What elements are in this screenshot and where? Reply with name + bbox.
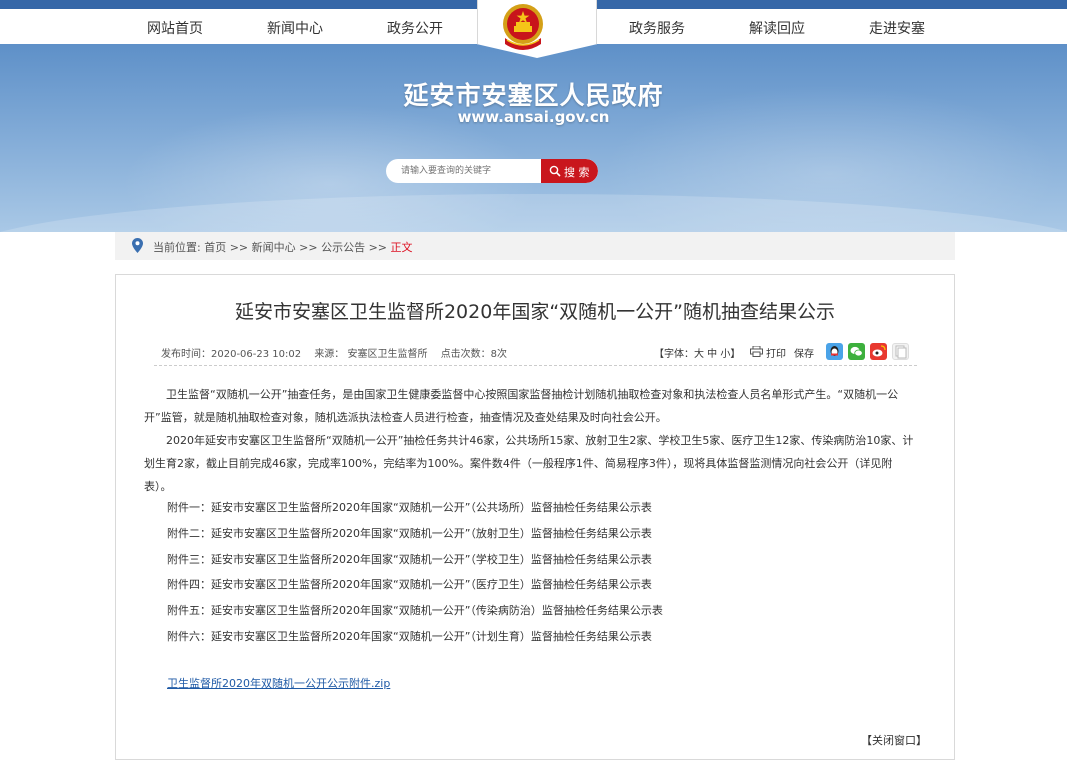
wechat-share-icon[interactable] bbox=[848, 343, 865, 360]
attachment-zip-link[interactable]: 卫生监督所2020年双随机一公开公示附件.zip bbox=[167, 675, 390, 691]
close-window-button[interactable]: 【关闭窗口】 bbox=[861, 732, 927, 748]
search-input[interactable] bbox=[386, 159, 541, 183]
breadcrumb: 当前位置: 首页 >> 新闻中心 >> 公示公告 >> 正文 bbox=[115, 232, 955, 260]
attachment-item: 附件一：延安市安塞区卫生监督所2020年国家“双随机一公开”（公共场所）监督抽检… bbox=[167, 501, 652, 514]
attachment-item: 附件三：延安市安塞区卫生监督所2020年国家“双随机一公开”（学校卫生）监督抽检… bbox=[167, 553, 652, 566]
attachment-item: 附件五：延安市安塞区卫生监督所2020年国家“双随机一公开”（传染病防治）监督抽… bbox=[167, 604, 663, 617]
nav-news[interactable]: 新闻中心 bbox=[235, 18, 355, 38]
article-title: 延安市安塞区卫生监督所2020年国家“双随机一公开”随机抽查结果公示 bbox=[234, 301, 836, 323]
nav-gov-service[interactable]: 政务服务 bbox=[597, 18, 717, 38]
attachment-item: 附件六：延安市安塞区卫生监督所2020年国家“双随机一公开”（计划生育）监督抽检… bbox=[167, 630, 652, 643]
nav-gov-open[interactable]: 政务公开 bbox=[355, 18, 475, 38]
font-size-switch[interactable]: 【字体：大 中 小】 bbox=[654, 345, 740, 360]
attachment-item: 附件四：延安市安塞区卫生监督所2020年国家“双随机一公开”（医疗卫生）监督抽检… bbox=[167, 578, 652, 591]
article-body: 卫生监督“双随机一公开”抽查任务，是由国家卫生健康委监督中心按照国家监督抽检计划… bbox=[144, 383, 919, 498]
click-count: 点击次数：8次 bbox=[440, 349, 508, 360]
article-meta: 发布时间：2020-06-23 10:02 来源： 安塞区卫生监督所 点击次数：… bbox=[161, 345, 517, 360]
breadcrumb-news[interactable]: 新闻中心 bbox=[252, 241, 296, 254]
breadcrumb-label: 当前位置: bbox=[153, 241, 201, 254]
attachment-item: 附件二：延安市安塞区卫生监督所2020年国家“双随机一公开”（放射卫生）监督抽检… bbox=[167, 527, 652, 540]
nav-home[interactable]: 网站首页 bbox=[115, 18, 235, 38]
nav-interpretation[interactable]: 解读回应 bbox=[717, 18, 837, 38]
article-source: 来源： 安塞区卫生监督所 bbox=[314, 349, 428, 360]
breadcrumb-home[interactable]: 首页 bbox=[204, 241, 226, 254]
search-icon bbox=[549, 165, 561, 177]
article-panel: 延安市安塞区卫生监督所2020年国家“双随机一公开”随机抽查结果公示 发布时间：… bbox=[115, 274, 955, 760]
paragraph: 卫生监督“双随机一公开”抽查任务，是由国家卫生健康委监督中心按照国家监督抽检计划… bbox=[144, 388, 899, 424]
meta-divider bbox=[154, 365, 917, 366]
more-share-icon[interactable] bbox=[892, 343, 909, 360]
qq-share-icon[interactable] bbox=[826, 343, 843, 360]
save-button[interactable]: 保存 bbox=[794, 345, 814, 360]
site-url: www.ansai.gov.cn bbox=[457, 108, 610, 126]
print-button[interactable]: 打印 bbox=[766, 345, 786, 360]
publish-time: 发布时间：2020-06-23 10:02 bbox=[161, 349, 302, 360]
header-banner: 延安市安塞区人民政府 www.ansai.gov.cn 搜 索 bbox=[0, 44, 1067, 232]
breadcrumb-notices[interactable]: 公示公告 bbox=[321, 241, 365, 254]
location-pin-icon bbox=[132, 238, 143, 253]
search-box: 搜 索 bbox=[386, 159, 598, 183]
search-button-label: 搜 索 bbox=[564, 166, 590, 179]
national-emblem-icon bbox=[503, 4, 543, 50]
nav-about[interactable]: 走进安塞 bbox=[837, 18, 957, 38]
printer-icon bbox=[750, 346, 763, 357]
site-title: 延安市安塞区人民政府 bbox=[403, 81, 664, 110]
weibo-share-icon[interactable] bbox=[870, 343, 887, 360]
breadcrumb-current: 正文 bbox=[390, 241, 413, 254]
search-button[interactable]: 搜 索 bbox=[541, 159, 598, 183]
paragraph: 2020年延安市安塞区卫生监督所“双随机一公开”抽检任务共计46家，公共场所15… bbox=[144, 434, 914, 493]
